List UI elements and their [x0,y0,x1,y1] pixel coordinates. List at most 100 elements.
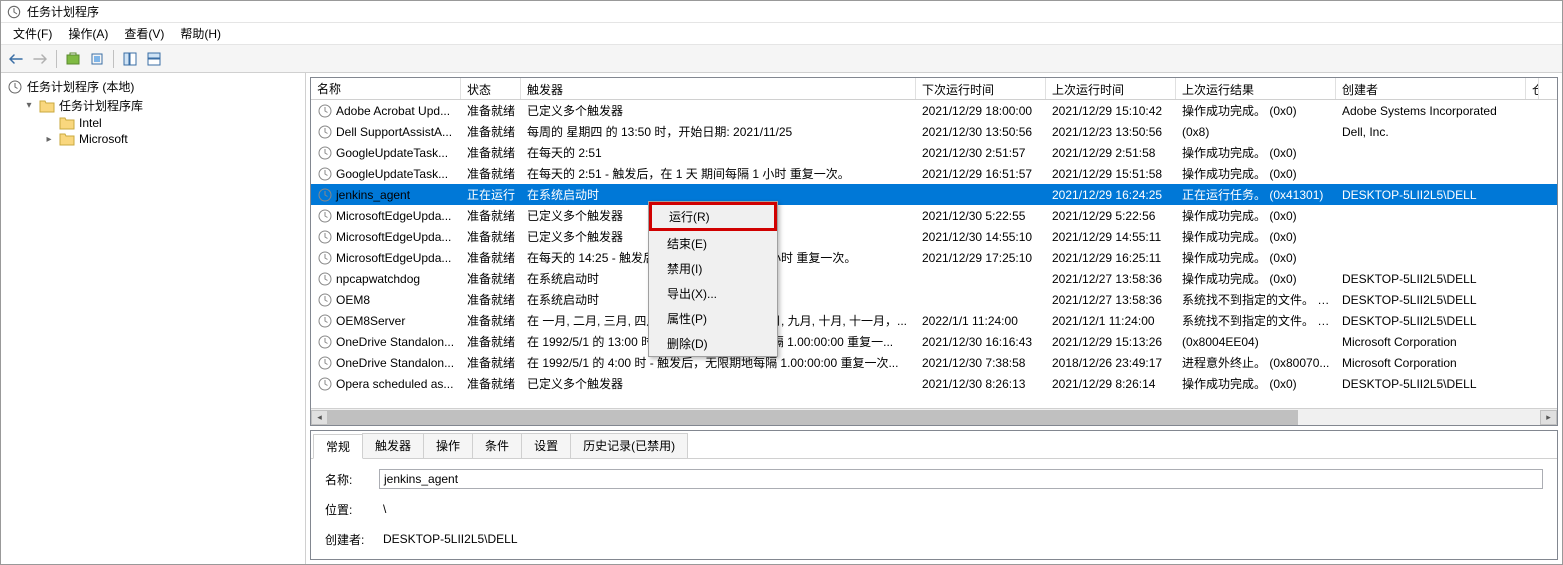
tab-triggers[interactable]: 触发器 [362,433,424,458]
cell-last: 2021/12/27 13:58:36 [1046,272,1176,286]
context-menu-item[interactable]: 运行(R) [649,202,777,231]
tree-collapse-icon[interactable]: ▾ [23,100,35,111]
toolbar-separator [113,50,114,68]
cell-last: 2021/12/29 15:13:26 [1046,335,1176,349]
cell-last: 2021/12/29 5:22:56 [1046,209,1176,223]
context-menu-item[interactable]: 结束(E) [649,231,777,256]
task-row[interactable]: jenkins_agent正在运行在系统启动时2021/12/29 16:24:… [311,184,1557,205]
tab-general[interactable]: 常规 [313,434,363,459]
app-icon [7,79,23,95]
tree-expand-icon[interactable]: ▸ [43,134,55,145]
grid-body[interactable]: Adobe Acrobat Upd...准备就绪已定义多个触发器2021/12/… [311,100,1557,408]
field-location: 位置: \ [325,499,1543,519]
clock-icon [317,229,333,245]
cell-result: (0x8) [1176,125,1336,139]
context-menu-item[interactable]: 禁用(I) [649,256,777,281]
task-row[interactable]: GoogleUpdateTask...准备就绪在每天的 2:512021/12/… [311,142,1557,163]
cell-name: GoogleUpdateTask... [311,145,461,161]
context-menu: 运行(R)结束(E)禁用(I)导出(X)...属性(P)删除(D) [648,201,778,357]
clock-icon [317,145,333,161]
name-value[interactable]: jenkins_agent [379,469,1543,489]
col-name[interactable]: 名称 [311,78,461,99]
task-row[interactable]: MicrosoftEdgeUpda...准备就绪已定义多个触发器2021/12/… [311,226,1557,247]
menubar: 文件(F) 操作(A) 查看(V) 帮助(H) [1,23,1562,45]
field-name: 名称: jenkins_agent [325,469,1543,489]
tab-history[interactable]: 历史记录(已禁用) [570,433,688,458]
details-pane: 常规 触发器 操作 条件 设置 历史记录(已禁用) 名称: jenkins_ag… [310,430,1558,560]
folder-icon [59,116,75,130]
tree-root[interactable]: 任务计划程序 (本地) [1,77,305,96]
toolbar-btn-2[interactable] [86,48,108,70]
scroll-track[interactable] [328,410,1540,425]
toolbar-btn-3[interactable] [119,48,141,70]
cell-last: 2021/12/29 16:24:25 [1046,188,1176,202]
detail-tabs: 常规 触发器 操作 条件 设置 历史记录(已禁用) [311,431,1557,459]
scroll-right-button[interactable]: ▸ [1540,410,1557,425]
toolbar-btn-4[interactable] [143,48,165,70]
tab-content-general: 名称: jenkins_agent 位置: \ 创建者: DESKTOP-5LI… [311,459,1557,559]
tree-item-intel[interactable]: Intel [1,115,305,131]
col-next[interactable]: 下次运行时间 [916,78,1046,99]
cell-last: 2021/12/29 16:25:11 [1046,251,1176,265]
task-row[interactable]: OneDrive Standalon...准备就绪在 1992/5/1 的 13… [311,331,1557,352]
menu-view[interactable]: 查看(V) [118,23,170,44]
clock-icon [317,313,333,329]
cell-next: 2021/12/29 18:00:00 [916,104,1046,118]
tree-library[interactable]: ▾ 任务计划程序库 [1,96,305,115]
cell-author: DESKTOP-5LII2L5\DELL [1336,272,1526,286]
menu-action[interactable]: 操作(A) [62,23,114,44]
toolbar-btn-1[interactable] [62,48,84,70]
cell-name: npcapwatchdog [311,271,461,287]
task-row[interactable]: Opera scheduled as...准备就绪已定义多个触发器2021/12… [311,373,1557,394]
task-row[interactable]: Adobe Acrobat Upd...准备就绪已定义多个触发器2021/12/… [311,100,1557,121]
task-row[interactable]: OneDrive Standalon...准备就绪在 1992/5/1 的 4:… [311,352,1557,373]
nav-back-button[interactable] [5,48,27,70]
col-result[interactable]: 上次运行结果 [1176,78,1336,99]
folder-icon [39,99,55,113]
scroll-thumb[interactable] [328,410,1298,425]
task-row[interactable]: OEM8准备就绪在系统启动时2021/12/27 13:58:36系统找不到指定… [311,289,1557,310]
cell-trigger: 已定义多个触发器 [521,375,916,392]
tab-actions[interactable]: 操作 [423,433,473,458]
col-extra[interactable]: 仓 [1526,78,1539,99]
clock-icon [317,124,333,140]
cell-author: DESKTOP-5LII2L5\DELL [1336,314,1526,328]
cell-trigger: 在每天的 2:51 [521,144,916,161]
cell-result: (0x8004EE04) [1176,335,1336,349]
cell-last: 2021/12/29 14:55:11 [1046,230,1176,244]
task-row[interactable]: npcapwatchdog准备就绪在系统启动时2021/12/27 13:58:… [311,268,1557,289]
col-status[interactable]: 状态 [461,78,521,99]
task-row[interactable]: OEM8Server准备就绪在 一月, 二月, 三月, 四月, 五月, 六月, … [311,310,1557,331]
context-menu-item[interactable]: 导出(X)... [649,281,777,306]
scroll-left-button[interactable]: ◂ [311,410,328,425]
clock-icon [317,166,333,182]
clock-icon [317,355,333,371]
cell-result: 操作成功完成。 (0x0) [1176,270,1336,287]
menu-help[interactable]: 帮助(H) [174,23,227,44]
task-row[interactable]: MicrosoftEdgeUpda...准备就绪在每天的 14:25 - 触发后… [311,247,1557,268]
task-row[interactable]: GoogleUpdateTask...准备就绪在每天的 2:51 - 触发后，在… [311,163,1557,184]
menu-file[interactable]: 文件(F) [7,23,58,44]
horizontal-scrollbar[interactable]: ◂ ▸ [311,408,1557,425]
tab-conditions[interactable]: 条件 [472,433,522,458]
cell-next: 2021/12/30 13:50:56 [916,125,1046,139]
context-menu-item[interactable]: 删除(D) [649,331,777,356]
tree-item-microsoft[interactable]: ▸ Microsoft [1,131,305,147]
task-row[interactable]: MicrosoftEdgeUpda...准备就绪已定义多个触发器2021/12/… [311,205,1557,226]
cell-status: 准备就绪 [461,123,521,140]
task-row[interactable]: Dell SupportAssistA...准备就绪每周的 星期四 的 13:5… [311,121,1557,142]
cell-author: Adobe Systems Incorporated [1336,104,1526,118]
folder-icon [59,132,75,146]
cell-last: 2021/12/29 15:51:58 [1046,167,1176,181]
cell-result: 操作成功完成。 (0x0) [1176,207,1336,224]
context-menu-item[interactable]: 属性(P) [649,306,777,331]
tab-settings[interactable]: 设置 [521,433,571,458]
nav-forward-button[interactable] [29,48,51,70]
col-trigger[interactable]: 触发器 [521,78,916,99]
col-author[interactable]: 创建者 [1336,78,1526,99]
cell-next: 2021/12/30 14:55:10 [916,230,1046,244]
cell-last: 2021/12/1 11:24:00 [1046,314,1176,328]
cell-name: MicrosoftEdgeUpda... [311,250,461,266]
col-last[interactable]: 上次运行时间 [1046,78,1176,99]
author-label: 创建者: [325,531,365,548]
